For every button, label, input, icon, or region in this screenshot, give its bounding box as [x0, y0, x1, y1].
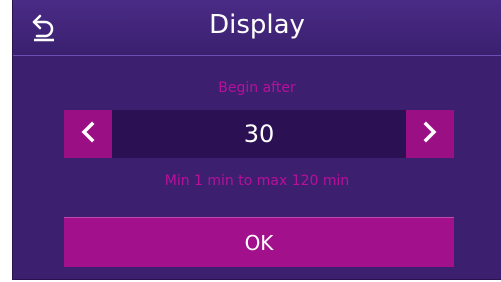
chevron-left-icon	[80, 121, 96, 147]
display-screen: Display Begin after 30 Min 1 min to max …	[12, 0, 501, 280]
range-hint: Min 1 min to max 120 min	[164, 173, 350, 189]
begin-after-value[interactable]: 30	[112, 110, 406, 158]
begin-after-label: Begin after	[218, 80, 296, 96]
decrement-button[interactable]	[64, 110, 112, 158]
header-bar: Display	[13, 0, 501, 56]
page-title: Display	[209, 10, 305, 40]
increment-button[interactable]	[406, 110, 454, 158]
begin-after-stepper: 30	[64, 110, 454, 158]
ok-button[interactable]: OK	[64, 217, 454, 267]
chevron-right-icon	[422, 121, 438, 147]
